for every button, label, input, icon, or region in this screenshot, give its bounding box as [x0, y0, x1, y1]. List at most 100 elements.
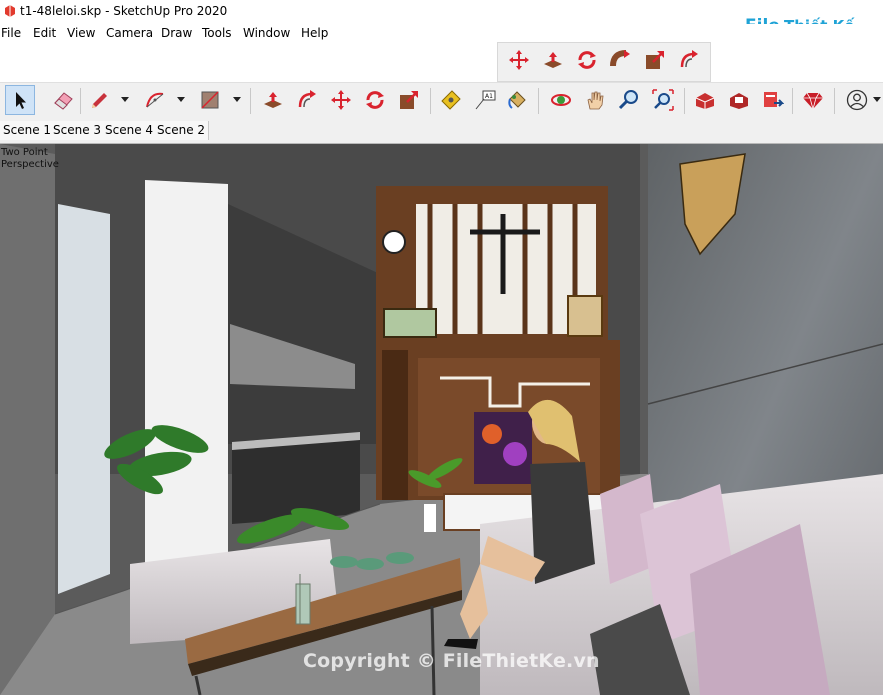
zoom-extents-icon — [652, 89, 674, 111]
chevron-down-icon — [233, 97, 241, 102]
scale-icon — [646, 51, 664, 69]
tape-measure-icon — [441, 90, 461, 110]
model-viewport[interactable]: Two Point Perspective Copyright © FileTh… — [0, 144, 883, 695]
floating-edit-toolbar — [497, 42, 711, 82]
menu-tools[interactable]: Tools — [202, 26, 232, 40]
menu-view[interactable]: View — [67, 26, 95, 40]
camera-mode-label-line1: Two Point — [1, 147, 48, 158]
follow-me-icon — [610, 50, 630, 67]
arc-tool-button[interactable] — [140, 85, 170, 115]
sketchup-logo-icon — [5, 5, 15, 17]
toolbar-separator — [80, 88, 81, 114]
zoom-extents-button[interactable] — [648, 85, 678, 115]
select-tool-button[interactable] — [5, 85, 35, 115]
toolbar-separator — [538, 88, 539, 114]
paint-bucket-button[interactable] — [502, 85, 532, 115]
pan-tool-button[interactable] — [580, 85, 610, 115]
vase — [424, 504, 436, 532]
wall-clock — [382, 230, 406, 254]
chevron-down-icon — [873, 97, 881, 102]
toolbar-separator — [834, 88, 835, 114]
chevron-down-icon — [121, 97, 129, 102]
toolbar-separator — [250, 88, 251, 114]
window-left — [58, 204, 110, 594]
scale-tool-button[interactable] — [640, 45, 670, 75]
menu-window[interactable]: Window — [243, 26, 290, 40]
white-column — [145, 180, 228, 564]
push-pull-toolbar-button[interactable] — [258, 85, 288, 115]
line-tool-button[interactable] — [84, 85, 114, 115]
camera-mode-label-line2: Perspective — [1, 159, 59, 170]
scale-icon — [400, 91, 418, 109]
offset-toolbar-button[interactable] — [292, 85, 322, 115]
rectangle-tool-button[interactable] — [195, 85, 225, 115]
pan-hand-icon — [587, 91, 604, 110]
menu-help[interactable]: Help — [301, 26, 328, 40]
menu-edit[interactable]: Edit — [33, 26, 56, 40]
scene-tab-3[interactable]: Scene 3 — [50, 121, 106, 140]
framed-sketch — [567, 295, 603, 337]
window-title: t1-48leloi.skp - SketchUp Pro 2020 — [20, 4, 228, 18]
account-dropdown[interactable] — [872, 93, 882, 105]
user-profile-icon — [846, 89, 868, 111]
framed-painting — [383, 308, 437, 338]
extension-manager-button[interactable] — [798, 85, 828, 115]
toolbar-separator — [430, 88, 431, 114]
extension-warehouse-button[interactable] — [724, 85, 754, 115]
eraser-tool-button[interactable] — [48, 85, 78, 115]
extension-warehouse-icon — [730, 93, 748, 109]
svg-text:A1: A1 — [485, 93, 493, 100]
zoom-magnifier-icon — [618, 90, 638, 110]
arc-tool-dropdown[interactable] — [176, 93, 186, 105]
main-toolbar: A1 — [0, 82, 883, 120]
scene-tab-1[interactable]: Scene 1 — [0, 121, 56, 140]
offset-icon — [680, 50, 698, 68]
arc-icon — [146, 92, 164, 108]
send-to-layout-button[interactable] — [758, 85, 788, 115]
copyright-watermark: Copyright © FileThietKe.vn — [303, 650, 600, 672]
move-toolbar-button[interactable] — [326, 85, 356, 115]
text-label-icon: A1 — [475, 90, 496, 110]
push-pull-tool-button[interactable] — [538, 45, 568, 75]
eraser-icon — [54, 92, 73, 110]
scene-tab-4[interactable]: Scene 4 — [102, 121, 158, 140]
menu-bar: File Edit View Camera Draw Tools Window … — [0, 24, 883, 42]
warehouse-icon — [695, 93, 715, 109]
move-icon — [331, 90, 351, 110]
push-pull-icon — [264, 92, 282, 108]
account-button[interactable] — [842, 85, 872, 115]
pencil-icon — [92, 93, 107, 108]
offset-icon — [298, 90, 316, 108]
zoom-tool-button[interactable] — [614, 85, 644, 115]
tape-measure-button[interactable] — [436, 85, 466, 115]
rectangle-icon — [201, 91, 219, 109]
menu-camera[interactable]: Camera — [106, 26, 153, 40]
menu-file[interactable]: File — [1, 26, 21, 40]
scale-toolbar-button[interactable] — [394, 85, 424, 115]
orbit-tool-button[interactable] — [546, 85, 576, 115]
ruby-gem-icon — [803, 92, 823, 110]
move-icon — [509, 50, 529, 70]
rotate-icon — [366, 91, 384, 109]
orbit-icon — [551, 94, 571, 106]
rotate-toolbar-button[interactable] — [360, 85, 390, 115]
rendered-scene — [0, 144, 883, 695]
paint-bucket-icon — [508, 91, 526, 109]
toolbar-separator — [684, 88, 685, 114]
scene-tab-bar: Scene 1 Scene 3 Scene 4 Scene 2 — [0, 119, 883, 144]
follow-me-tool-button[interactable] — [606, 45, 636, 75]
left-wall — [0, 144, 55, 695]
push-pull-icon — [544, 52, 562, 68]
rotate-tool-button[interactable] — [572, 45, 602, 75]
offset-tool-button[interactable] — [674, 45, 704, 75]
line-tool-dropdown[interactable] — [120, 93, 130, 105]
rectangle-tool-dropdown[interactable] — [232, 93, 242, 105]
3d-warehouse-button[interactable] — [690, 85, 720, 115]
menu-draw[interactable]: Draw — [161, 26, 192, 40]
text-tool-button[interactable]: A1 — [470, 85, 500, 115]
toolbar-separator — [792, 88, 793, 114]
select-arrow-icon — [16, 92, 26, 109]
scene-tab-2[interactable]: Scene 2 — [154, 121, 210, 140]
rotate-icon — [578, 51, 596, 69]
move-tool-button[interactable] — [504, 45, 534, 75]
